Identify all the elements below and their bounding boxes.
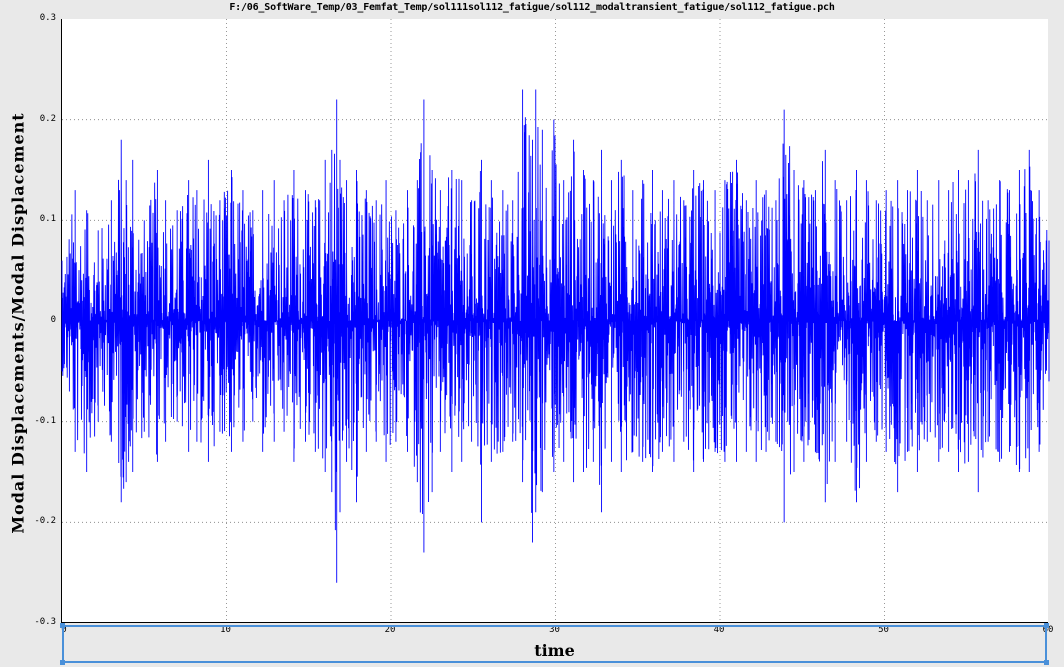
selection-handle-bottom-right[interactable] — [1044, 660, 1049, 665]
x-axis-selection-box[interactable]: time — [60, 623, 1049, 665]
selection-handle-top-left[interactable] — [60, 623, 65, 628]
selection-handle-top-right[interactable] — [1044, 623, 1049, 628]
y-axis-label: Modal Displacements/Modal Displacement — [8, 112, 28, 534]
plot-area[interactable] — [61, 19, 1050, 623]
x-axis-label: time — [534, 641, 575, 660]
selection-handle-bottom-left[interactable] — [60, 660, 65, 665]
window-title: F:/06_SoftWare_Temp/03_Femfat_Temp/sol11… — [229, 2, 835, 13]
chart-canvas — [61, 19, 1050, 623]
y-tick-label: 0.3 — [39, 13, 56, 23]
